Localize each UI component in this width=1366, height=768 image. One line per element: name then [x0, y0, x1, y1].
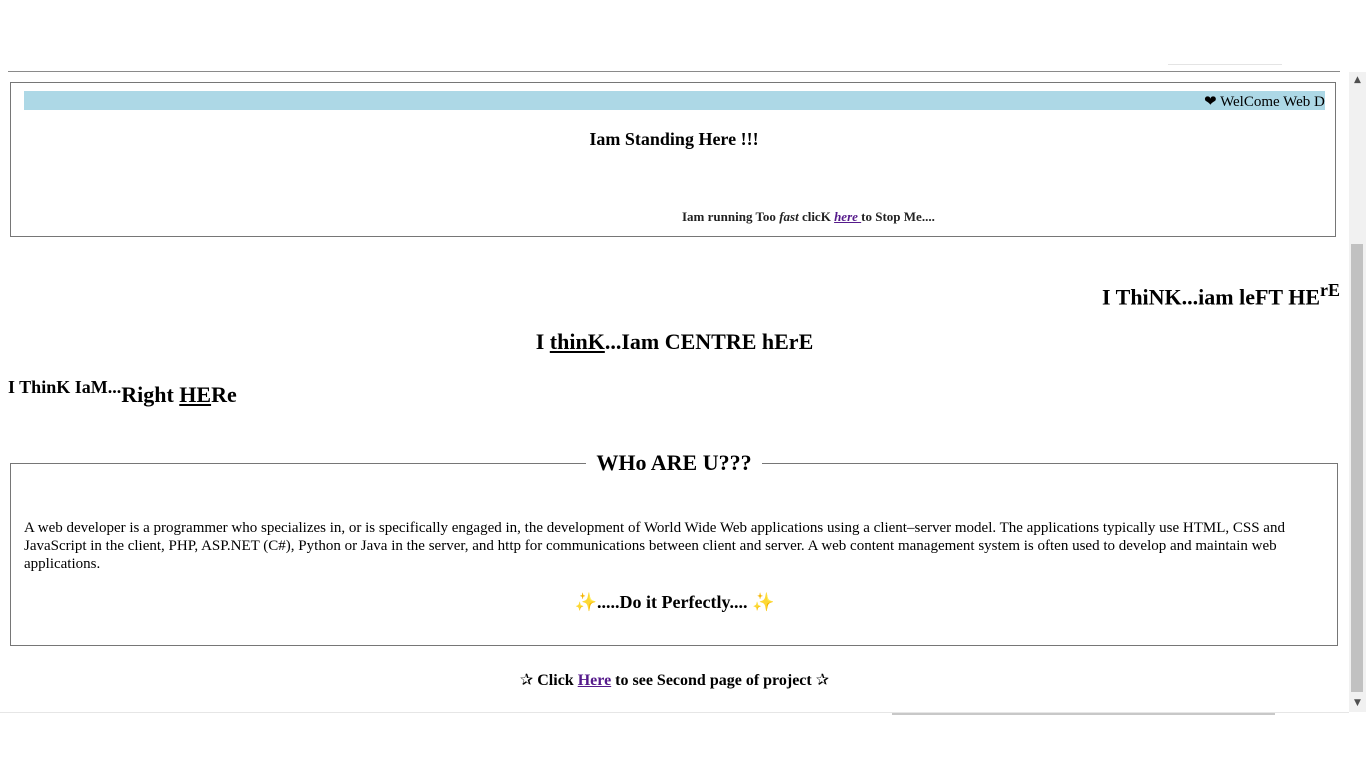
- do-perfectly-text: .....Do it Perfectly....: [597, 592, 752, 612]
- horizontal-scroll-thumb[interactable]: [892, 713, 1275, 715]
- centre-pre: I: [535, 329, 550, 354]
- vertical-scrollbar[interactable]: ▲ ▼: [1349, 72, 1366, 712]
- standing-heading: Iam Standing Here !!!: [589, 129, 759, 149]
- right-big2: Re: [211, 382, 237, 407]
- sparkle-icon: ✨: [751, 592, 775, 613]
- centre-underlined: thinK: [549, 329, 605, 354]
- running-fast: fast: [779, 209, 799, 224]
- welcome-marquee: ❤ WelCome Web Developer: [24, 91, 1325, 110]
- right-small: I ThinK IaM...: [8, 377, 122, 397]
- top-rule-faint: [1168, 64, 1282, 65]
- running-suffix: to Stop Me....: [861, 209, 935, 224]
- right-big1: Right: [121, 382, 180, 407]
- centre-post: ...Iam CENTRE hErE: [604, 329, 814, 354]
- who-legend: WHo ARE U???: [596, 450, 752, 475]
- sparkle-icon: ✨: [574, 592, 598, 613]
- left-heading-sup: rE: [1320, 280, 1340, 300]
- page-viewport: ❤ WelCome Web Developer Iam Standing Her…: [0, 72, 1349, 712]
- running-marquee-text: Iam running Too fast clicK here to Stop …: [682, 209, 935, 225]
- welcome-text: WelCome Web Developer: [1220, 94, 1325, 110]
- shooting-star-icon: ✰: [815, 670, 830, 689]
- right-underlined: HE: [179, 382, 212, 407]
- running-prefix: Iam running Too: [682, 209, 780, 224]
- click-text: Click: [533, 672, 578, 689]
- second-page-prompt: ✰ Click Here to see Second page of proje…: [0, 670, 1349, 690]
- shooting-star-icon: ✰: [519, 670, 534, 689]
- scroll-thumb[interactable]: [1351, 244, 1363, 692]
- right-big: Right HERe: [121, 382, 237, 407]
- scroll-up-arrow-icon[interactable]: ▲: [1349, 72, 1366, 89]
- stop-link-text: here: [834, 209, 862, 224]
- scroll-down-arrow-icon[interactable]: ▼: [1349, 695, 1366, 712]
- click-rest: to see Second page of project: [611, 672, 816, 689]
- top-blank-area: [0, 0, 1366, 71]
- left-heading-main: I ThiNK...iam leFT HE: [1101, 284, 1320, 310]
- centre-heading: I thinK...Iam CENTRE hErE: [0, 329, 1349, 355]
- running-mid: clicK: [798, 209, 835, 224]
- right-heading: I ThinK IaM...Right HERe: [8, 377, 237, 407]
- welcome-marquee-text: ❤ WelCome Web Developer: [1204, 92, 1325, 110]
- marquee-box: ❤ WelCome Web Developer Iam Standing Her…: [10, 82, 1336, 237]
- stop-marquee-link[interactable]: here: [834, 209, 861, 224]
- who-paragraph: A web developer is a programmer who spec…: [24, 520, 1285, 572]
- heart-icon: ❤: [1204, 92, 1217, 110]
- do-perfectly-heading: ✨.....Do it Perfectly.... ✨: [0, 592, 1349, 613]
- left-heading: I ThiNK...iam leFT HErE: [1102, 280, 1340, 310]
- second-page-link[interactable]: Here: [578, 672, 611, 689]
